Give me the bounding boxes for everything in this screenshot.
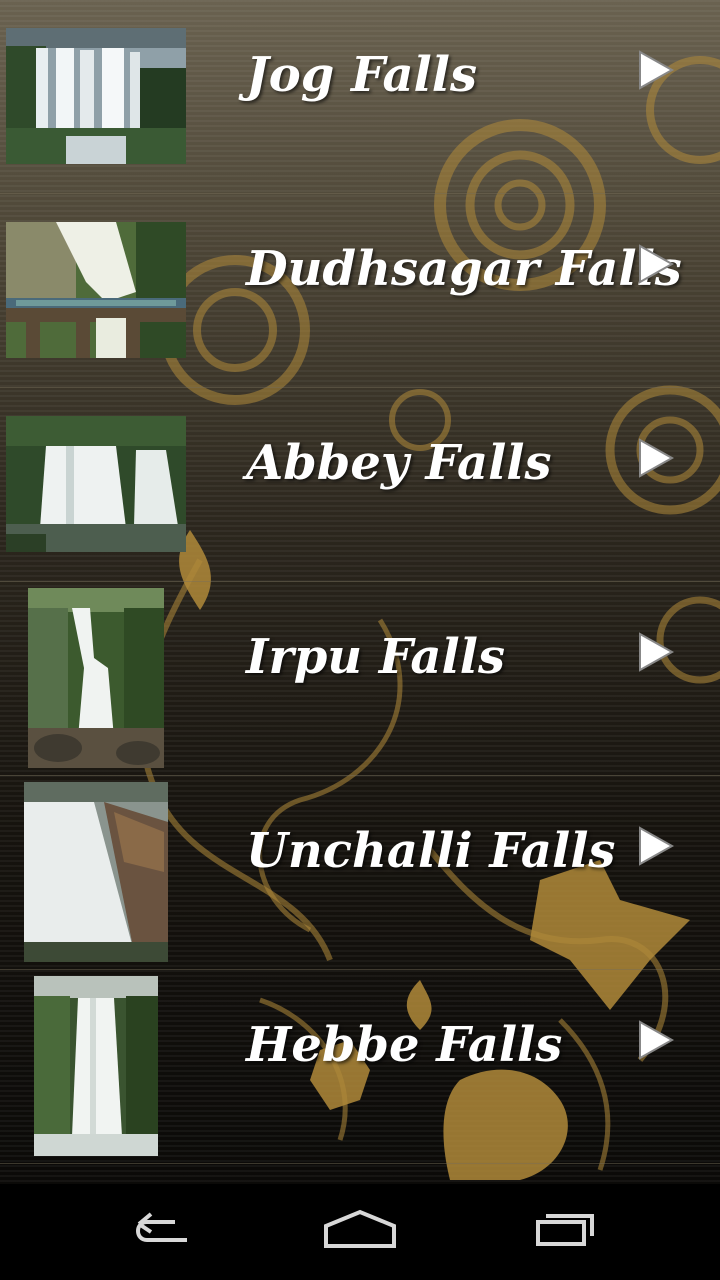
falls-name: Unchalli Falls — [246, 823, 616, 879]
falls-name: Irpu Falls — [246, 629, 505, 685]
thumbnail-dudhsagar-falls — [6, 222, 186, 358]
play-arrow-icon — [639, 1020, 675, 1060]
thumbnail-jog-falls — [6, 28, 186, 164]
list-item[interactable]: Irpu Falls — [0, 582, 720, 776]
list-item[interactable]: Dudhsagar Falls — [0, 194, 720, 388]
play-arrow-icon — [639, 632, 675, 672]
play-arrow-icon — [639, 50, 675, 90]
home-icon — [324, 1209, 396, 1248]
falls-name: Jog Falls — [246, 47, 478, 103]
nav-recents-button[interactable] — [510, 1202, 610, 1262]
list-item[interactable]: Jog Falls — [0, 0, 720, 194]
nav-back-button[interactable] — [110, 1202, 210, 1262]
play-arrow-icon — [639, 438, 675, 478]
falls-name: Abbey Falls — [246, 435, 552, 491]
nav-home-button[interactable] — [310, 1202, 410, 1262]
thumbnail-irpu-falls — [28, 588, 164, 768]
thumbnail-abbey-falls — [6, 416, 186, 552]
play-arrow-icon — [639, 826, 675, 866]
list-item[interactable]: Hebbe Falls — [0, 970, 720, 1164]
falls-name: Dudhsagar Falls — [246, 241, 682, 297]
app-screen: Jog Falls Dudhsagar Falls Abbey Falls Ir… — [0, 0, 720, 1280]
thumbnail-unchalli-falls — [24, 782, 168, 962]
falls-name: Hebbe Falls — [246, 1017, 563, 1073]
play-arrow-icon — [639, 244, 675, 284]
list-item[interactable]: Abbey Falls — [0, 388, 720, 582]
back-icon — [136, 1212, 187, 1242]
system-nav-bar — [0, 1184, 720, 1280]
list-item[interactable]: Unchalli Falls — [0, 776, 720, 970]
thumbnail-hebbe-falls — [34, 976, 158, 1156]
recents-icon — [536, 1214, 594, 1246]
falls-list[interactable]: Jog Falls Dudhsagar Falls Abbey Falls Ir… — [0, 0, 720, 1164]
